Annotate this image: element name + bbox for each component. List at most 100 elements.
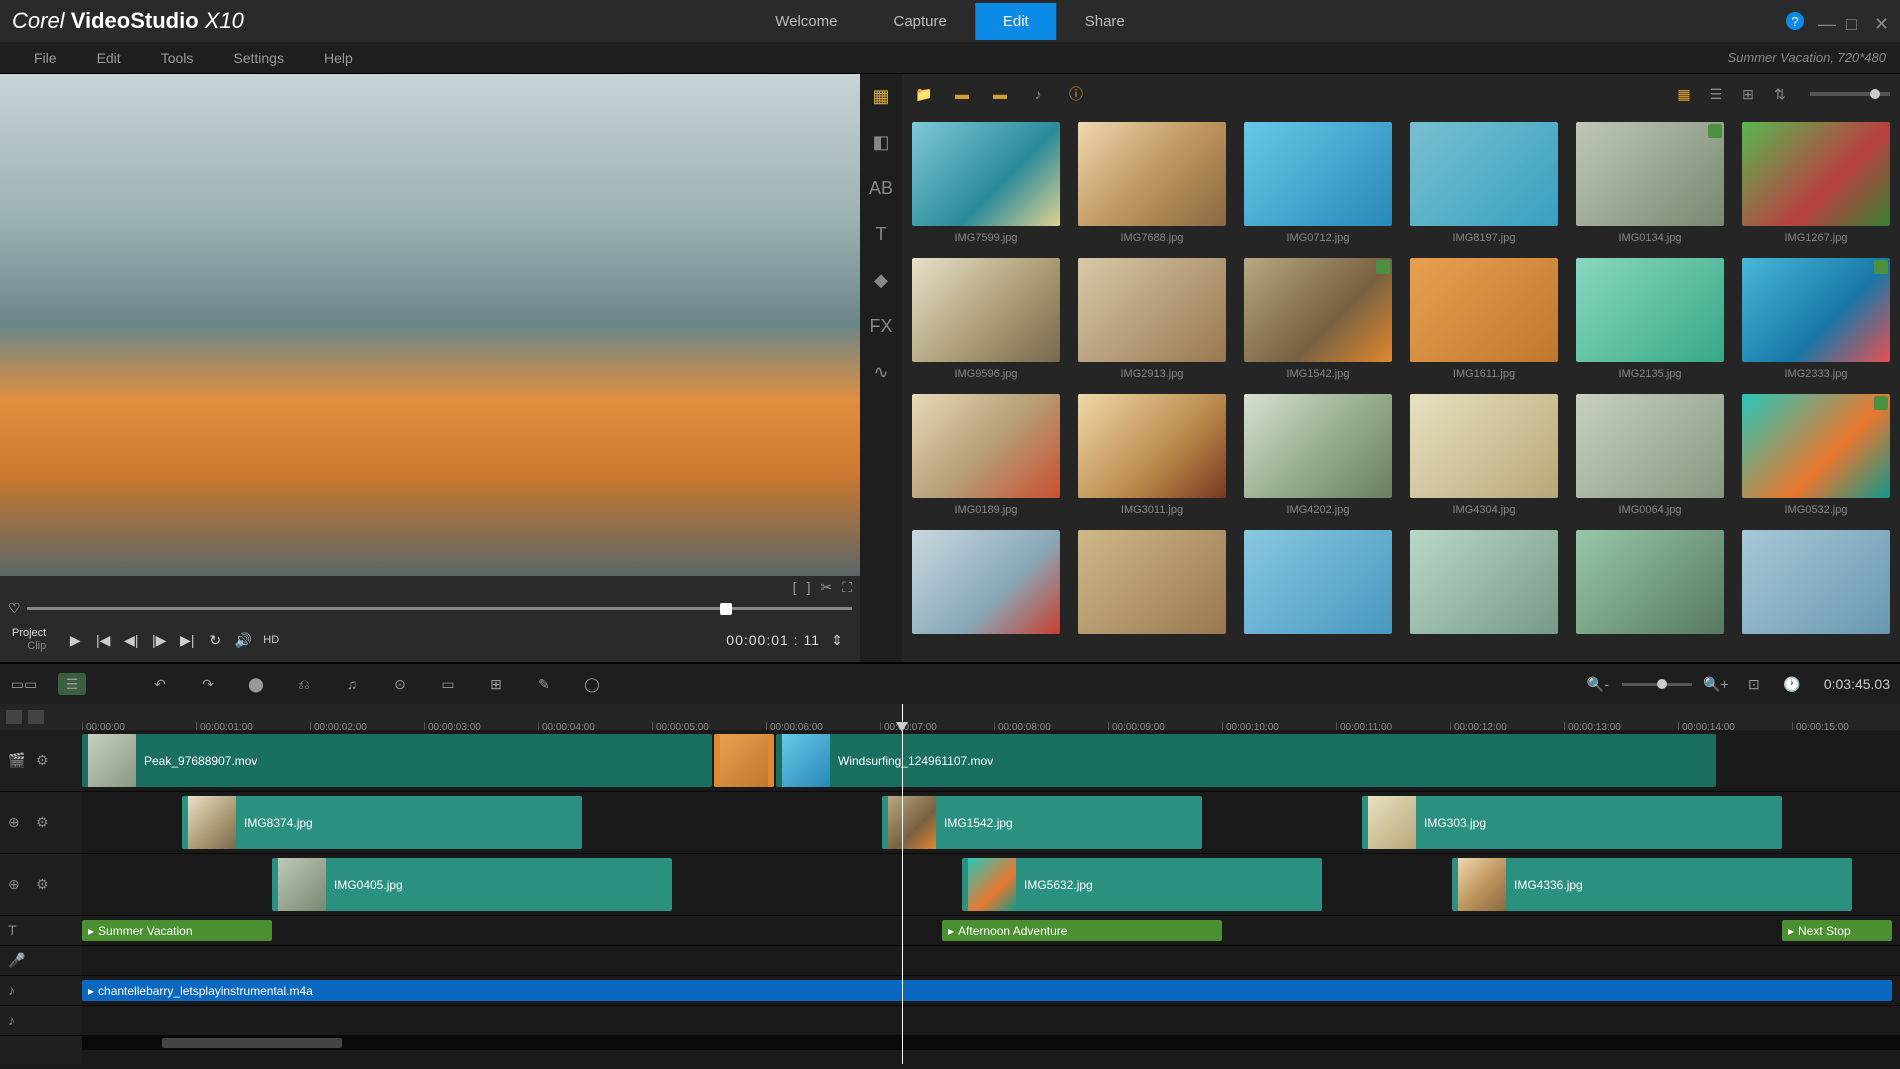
maximize-icon[interactable]: □ bbox=[1846, 14, 1860, 28]
redo-icon[interactable]: ↷ bbox=[194, 673, 222, 695]
tab-capture[interactable]: Capture bbox=[865, 3, 974, 40]
zoom-slider[interactable] bbox=[1622, 683, 1692, 686]
subtitle-icon[interactable]: ▭ bbox=[434, 673, 462, 695]
help-bubble-icon[interactable]: ⓘ bbox=[1064, 84, 1088, 104]
library-thumb[interactable]: IMG0064.jpg bbox=[1576, 394, 1724, 516]
path-icon[interactable]: ∿ bbox=[867, 358, 895, 386]
view-grid-icon[interactable]: ⊞ bbox=[1736, 84, 1760, 104]
mark-out-icon[interactable]: ] bbox=[807, 579, 811, 595]
volume-icon[interactable]: 🔊 bbox=[232, 629, 254, 651]
clip[interactable]: ▸Afternoon Adventure bbox=[942, 920, 1222, 941]
fit-project-icon[interactable]: ⊡ bbox=[1740, 673, 1768, 695]
filter-fx-icon[interactable]: FX bbox=[867, 312, 895, 340]
track-overlay[interactable]: IMG8374.jpg IMG1542.jpg IMG303.jpg bbox=[82, 792, 1900, 854]
timeline-tracks[interactable]: 00:00:0000:00:01:0000:00:02:0000:00:03:0… bbox=[82, 704, 1900, 1064]
library-thumb[interactable]: IMG2333.jpg bbox=[1742, 258, 1890, 380]
mask-icon[interactable]: ✎ bbox=[530, 673, 558, 695]
menu-edit[interactable]: Edit bbox=[77, 50, 141, 66]
close-icon[interactable]: ✕ bbox=[1874, 14, 1888, 28]
mark-in-icon[interactable]: [ bbox=[793, 579, 797, 595]
library-thumb[interactable]: IMG4202.jpg bbox=[1244, 394, 1392, 516]
library-thumb[interactable] bbox=[1244, 530, 1392, 640]
clip[interactable]: IMG1542.jpg bbox=[882, 796, 1202, 849]
track-header-voice[interactable]: 🎤 bbox=[0, 946, 82, 976]
start-icon[interactable]: |◀ bbox=[92, 629, 114, 651]
help-icon[interactable]: ? bbox=[1786, 12, 1804, 30]
next-frame-icon[interactable]: |▶ bbox=[148, 629, 170, 651]
zoom-in-icon[interactable]: 🔍+ bbox=[1702, 673, 1730, 695]
auto-music-icon[interactable]: ♫ bbox=[338, 673, 366, 695]
clip[interactable]: Peak_97688907.mov bbox=[82, 734, 712, 787]
media-tab-icon[interactable]: ▦ bbox=[867, 82, 895, 110]
library-thumb[interactable]: IMG8197.jpg bbox=[1410, 122, 1558, 244]
view-thumb-icon[interactable]: ▦ bbox=[1672, 84, 1696, 104]
menu-file[interactable]: File bbox=[14, 50, 77, 66]
pan-zoom-icon[interactable]: ◯ bbox=[578, 673, 606, 695]
undo-icon[interactable]: ↶ bbox=[146, 673, 174, 695]
clip[interactable]: IMG5632.jpg bbox=[962, 858, 1322, 911]
library-thumb[interactable]: IMG1267.jpg bbox=[1742, 122, 1890, 244]
library-thumb[interactable]: IMG2913.jpg bbox=[1078, 258, 1226, 380]
folder-yellow-icon[interactable]: ▬ bbox=[950, 84, 974, 104]
library-thumb[interactable] bbox=[912, 530, 1060, 640]
clip[interactable]: IMG303.jpg bbox=[1362, 796, 1782, 849]
track-video[interactable]: Peak_97688907.mov Windsurfing_124961107.m… bbox=[82, 730, 1900, 792]
library-thumb[interactable]: IMG0134.jpg bbox=[1576, 122, 1724, 244]
split-icon[interactable]: ✂ bbox=[820, 579, 832, 596]
library-thumb[interactable]: IMG2135.jpg bbox=[1576, 258, 1724, 380]
zoom-out-icon[interactable]: 🔍- bbox=[1584, 673, 1612, 695]
minimize-icon[interactable]: — bbox=[1818, 14, 1832, 28]
storyboard-view-icon[interactable]: ▭▭ bbox=[10, 673, 38, 695]
timeline-scrollbar[interactable] bbox=[82, 1036, 1900, 1050]
clip[interactable]: ▸Summer Vacation bbox=[82, 920, 272, 941]
library-thumb[interactable]: IMG0712.jpg bbox=[1244, 122, 1392, 244]
timeline-view-icon[interactable]: ☰ bbox=[58, 673, 86, 695]
preview-viewport[interactable] bbox=[0, 74, 860, 576]
clip[interactable]: ▸chantellebarry_letsplayinstrumental.m4a bbox=[82, 980, 1892, 1001]
gear-icon[interactable]: ⚙ bbox=[36, 814, 54, 832]
transitions-icon[interactable]: AB bbox=[867, 174, 895, 202]
library-thumb[interactable]: IMG1611.jpg bbox=[1410, 258, 1558, 380]
fullscreen-icon[interactable]: ⛶ bbox=[842, 579, 852, 596]
gear-icon[interactable]: ⚙ bbox=[36, 876, 54, 894]
track-header-overlay[interactable]: ⊕⚙ bbox=[0, 854, 82, 916]
library-thumb[interactable]: IMG3011.jpg bbox=[1078, 394, 1226, 516]
track-overlay[interactable]: IMG0405.jpgIMG5632.jpgIMG4336.jpg bbox=[82, 854, 1900, 916]
track-music[interactable]: ▸chantellebarry_letsplayinstrumental.m4a bbox=[82, 976, 1900, 1006]
track-voice[interactable] bbox=[82, 946, 1900, 976]
record-icon[interactable]: ⬤ bbox=[242, 673, 270, 695]
clip[interactable]: IMG0405.jpg bbox=[272, 858, 672, 911]
multicam-icon[interactable]: ⊞ bbox=[482, 673, 510, 695]
tab-share[interactable]: Share bbox=[1057, 3, 1153, 40]
track-motion-icon[interactable]: ⊙ bbox=[386, 673, 414, 695]
track-toggle2-icon[interactable] bbox=[28, 710, 44, 724]
library-thumb[interactable] bbox=[1576, 530, 1724, 640]
view-list-icon[interactable]: ☰ bbox=[1704, 84, 1728, 104]
track-toggle-icon[interactable] bbox=[6, 710, 22, 724]
timeline-ruler[interactable]: 00:00:0000:00:01:0000:00:02:0000:00:03:0… bbox=[82, 704, 1900, 730]
scrub-handle[interactable] bbox=[720, 603, 732, 615]
title-icon[interactable]: T bbox=[867, 220, 895, 248]
tab-welcome[interactable]: Welcome bbox=[747, 3, 865, 40]
play-icon[interactable]: ▶ bbox=[64, 629, 86, 651]
track-header-music2[interactable]: ♪ bbox=[0, 1006, 82, 1036]
track-title[interactable]: ▸Summer Vacation▸Afternoon Adventure▸Nex… bbox=[82, 916, 1900, 946]
library-thumb[interactable] bbox=[1410, 530, 1558, 640]
track-header-title[interactable]: T bbox=[0, 916, 82, 946]
library-thumb[interactable] bbox=[1742, 530, 1890, 640]
thumb-size-slider[interactable] bbox=[1810, 92, 1890, 96]
playhead[interactable] bbox=[902, 704, 903, 1064]
end-icon[interactable]: ▶| bbox=[176, 629, 198, 651]
library-thumb[interactable]: IMG1542.jpg bbox=[1244, 258, 1392, 380]
clip[interactable]: IMG8374.jpg bbox=[182, 796, 582, 849]
library-thumb[interactable]: IMG7688.jpg bbox=[1078, 122, 1226, 244]
preview-scrub[interactable]: ♡ bbox=[0, 598, 860, 618]
tab-edit[interactable]: Edit bbox=[975, 3, 1057, 40]
menu-settings[interactable]: Settings bbox=[213, 50, 304, 66]
graphic-icon[interactable]: ◆ bbox=[867, 266, 895, 294]
clip[interactable]: Windsurfing_124961107.mov bbox=[776, 734, 1716, 787]
audio-filter-icon[interactable]: ♪ bbox=[1026, 84, 1050, 104]
loop-icon[interactable]: ↻ bbox=[204, 629, 226, 651]
library-thumb[interactable]: IMG4304.jpg bbox=[1410, 394, 1558, 516]
hd-toggle[interactable]: HD bbox=[260, 629, 282, 651]
